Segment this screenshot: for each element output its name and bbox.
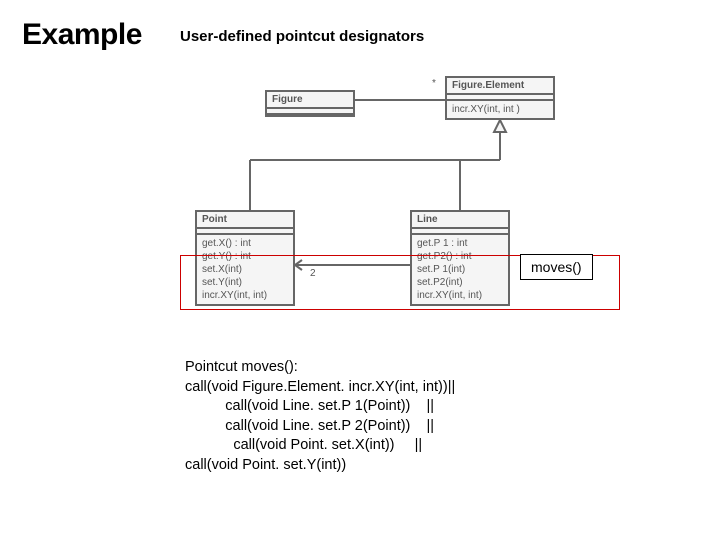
uml-class-name: Figure.Element	[447, 78, 553, 95]
multiplicity-star: *	[432, 78, 436, 89]
uml-class-name: Figure	[267, 92, 353, 109]
code-line: call(void Point. set.X(int)) ||	[185, 436, 455, 456]
slide-subtitle: User-defined pointcut designators	[180, 28, 424, 45]
moves-callout: moves()	[520, 254, 593, 280]
uml-class-figure: Figure	[265, 90, 355, 117]
code-line: call(void Figure.Element. incr.XY(int, i…	[185, 378, 455, 398]
code-line: call(void Line. set.P 1(Point)) ||	[185, 397, 455, 417]
uml-method: get.P 1 : int	[417, 237, 503, 250]
code-line: Pointcut moves():	[185, 358, 455, 378]
uml-class-name: Point	[197, 212, 293, 229]
uml-method: incr.XY(int, int )	[452, 103, 548, 116]
slide-title: Example	[22, 18, 142, 52]
uml-class-figure-element: Figure.Element incr.XY(int, int )	[445, 76, 555, 120]
uml-method: get.X() : int	[202, 237, 288, 250]
code-line: call(void Point. set.Y(int))	[185, 456, 455, 476]
code-line: call(void Line. set.P 2(Point)) ||	[185, 417, 455, 437]
uml-class-name: Line	[412, 212, 508, 229]
pointcut-code: Pointcut moves(): call(void Figure.Eleme…	[185, 358, 455, 475]
